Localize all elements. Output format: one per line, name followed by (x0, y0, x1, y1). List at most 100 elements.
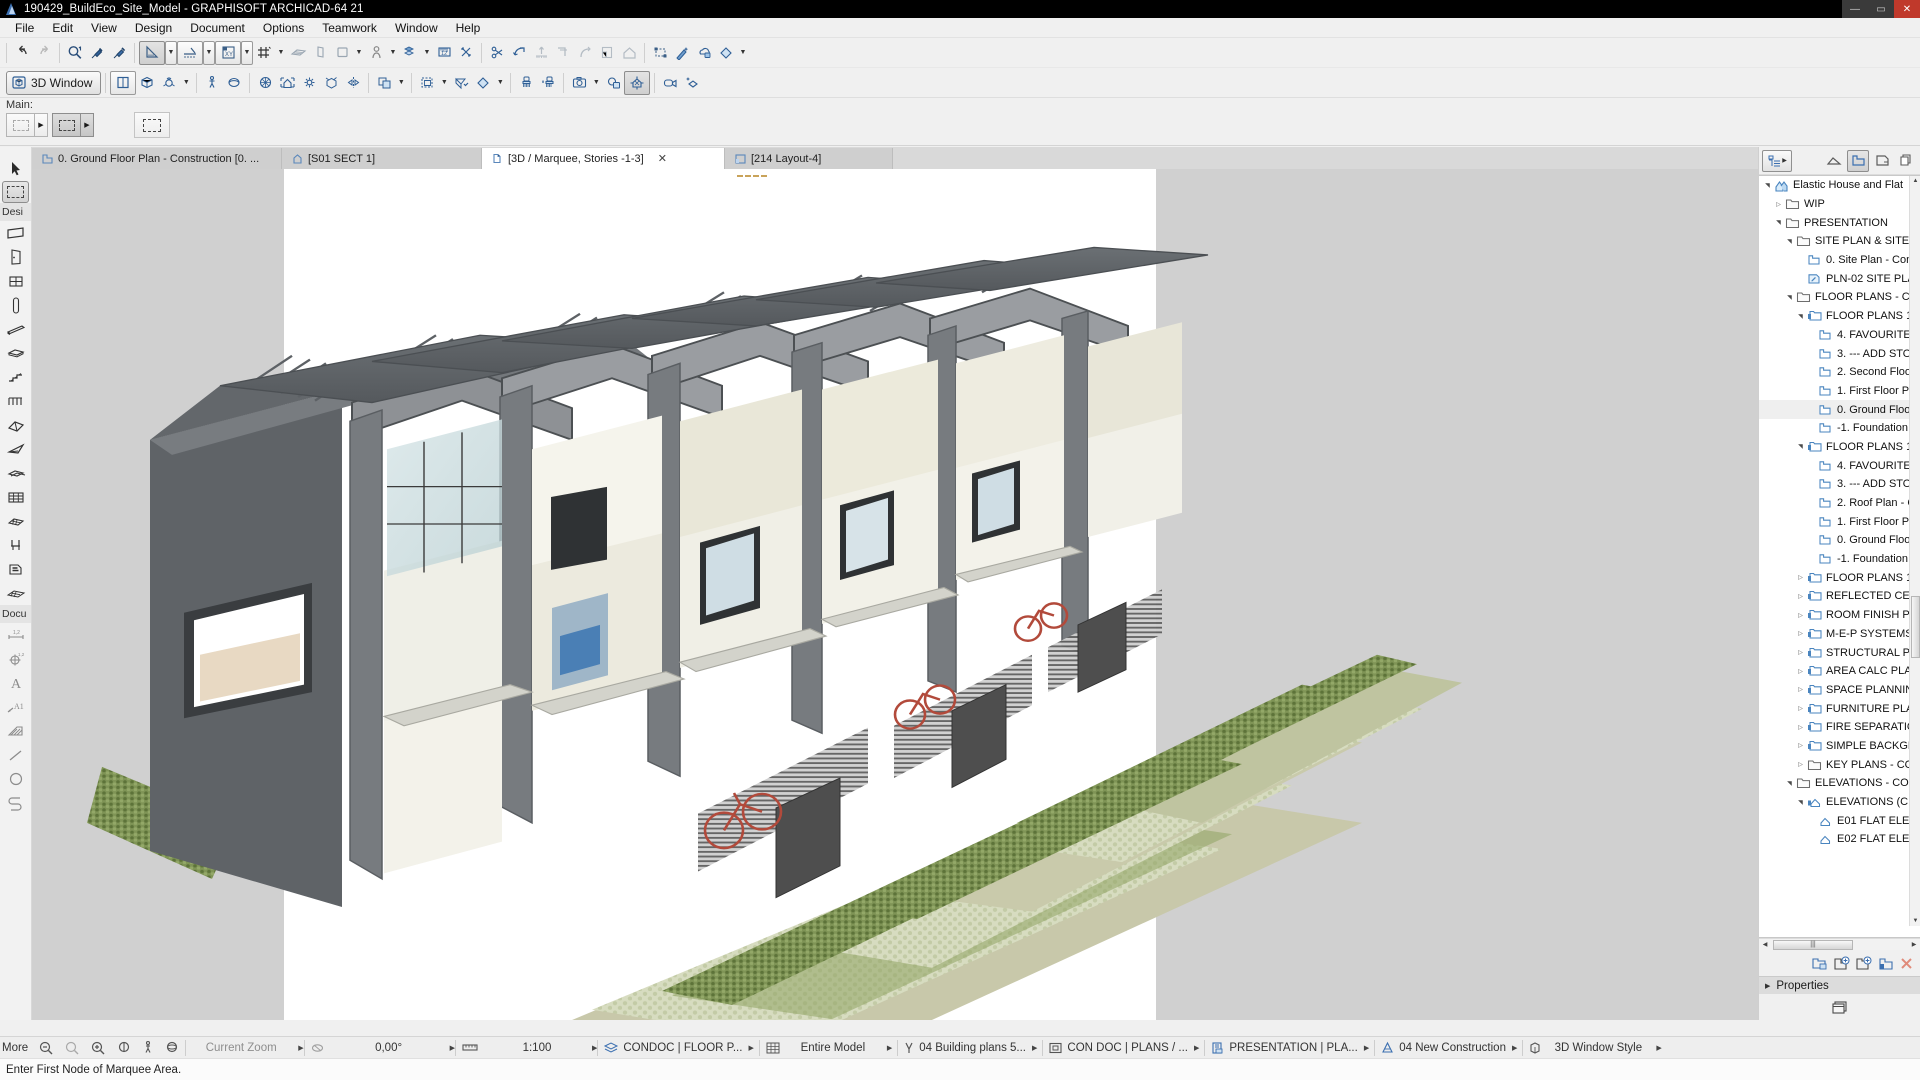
cloud-lock-icon[interactable] (693, 41, 715, 65)
marquee-area-button[interactable] (134, 112, 170, 138)
status-segment-renovation-filter[interactable]: 04 New Construction ▶ (1375, 1037, 1522, 1059)
twisty-closed-icon[interactable]: ▷ (1795, 705, 1806, 712)
navigator-tree-item[interactable]: 3. --- ADD STORIES (1759, 475, 1920, 494)
zoom-in-button[interactable] (85, 1037, 111, 1059)
tab-s01-sect-1[interactable]: [S01 SECT 1] (282, 148, 482, 169)
copy-lock-dropdown-arrow[interactable]: ▼ (395, 71, 407, 95)
surface-icon[interactable] (287, 41, 309, 65)
person-icon[interactable] (365, 41, 387, 65)
scale-arrow[interactable]: ▶ (590, 1044, 597, 1052)
menu-item-edit[interactable]: Edit (43, 19, 82, 37)
navigator-tree-item[interactable]: PLN-02 SITE PLAN (WO (1759, 269, 1920, 288)
walking-person-icon[interactable] (201, 71, 223, 95)
group-dropdown-arrow[interactable]: ▼ (421, 41, 433, 65)
marquee-thin-button[interactable] (6, 113, 34, 137)
properties-section-header[interactable]: ▶ Properties (1759, 976, 1920, 994)
twisty-closed-icon[interactable]: ▷ (1795, 742, 1806, 749)
navigator-horizontal-scrollbar[interactable]: ◀ ||| ▶ (1759, 938, 1920, 950)
navigator-tree-item[interactable]: 1. First Floor Plan - (1759, 512, 1920, 531)
circle-tool[interactable] (0, 767, 31, 791)
slab-tool[interactable] (0, 341, 31, 365)
marquee-thick-button[interactable] (52, 113, 80, 137)
fillet-curve-icon[interactable] (574, 41, 596, 65)
maximize-button[interactable]: ▭ (1868, 0, 1894, 18)
navigator-tree-item[interactable]: ▷ M-E-P SYSTEMS PLANS (1759, 625, 1920, 644)
segment-arrow[interactable]: ▶ (1192, 1044, 1199, 1052)
measure-dropdown-arrow[interactable]: ▼ (165, 40, 177, 65)
stair-tool[interactable] (0, 365, 31, 389)
align-icon[interactable] (177, 40, 203, 65)
linear-dimension-tool[interactable]: 1,2 (0, 623, 31, 647)
navigator-tree-item[interactable]: E01 FLAT ELEVATION (1759, 811, 1920, 830)
navigator-tree-item[interactable]: ▷ REFLECTED CEILING / (1759, 587, 1920, 606)
twisty-open-icon[interactable]: ◢ (1797, 311, 1804, 322)
menu-item-teamwork[interactable]: Teamwork (313, 19, 386, 37)
syringe-icon[interactable] (86, 41, 108, 65)
wall-tool[interactable] (0, 221, 31, 245)
navigator-tree-item[interactable]: ◢ FLOOR PLANS - CONSTI (1759, 288, 1920, 307)
tab-3d-marquee[interactable]: [3D / Marquee, Stories -1-3] ✕ (482, 148, 725, 169)
person-dropdown-arrow[interactable]: ▼ (387, 41, 399, 65)
scroll-left-arrow[interactable]: ◀ (1759, 941, 1771, 948)
status-segment-layer-combination[interactable]: CONDOC | FLOOR P... ▶ (598, 1037, 758, 1059)
column-tool[interactable] (0, 293, 31, 317)
snap-x-icon[interactable] (455, 41, 477, 65)
angle-arrow[interactable]: ▶ (448, 1044, 455, 1052)
group-icon[interactable] (399, 41, 421, 65)
navigator-tree-item[interactable]: 4. FAVOURITES (1759, 456, 1920, 475)
zone-stamp-tool[interactable] (0, 557, 31, 581)
twisty-open-icon[interactable]: ◢ (1786, 778, 1793, 789)
navigator-tree-item[interactable]: ▷ SIMPLE BACKGROUND (1759, 737, 1920, 756)
marquee-thick-dropdown[interactable]: ▶ (80, 113, 94, 137)
redo-button[interactable] (33, 41, 55, 65)
segment-arrow[interactable]: ▶ (1030, 1044, 1037, 1052)
scroll-down-arrow[interactable]: ▼ (1911, 916, 1920, 926)
eyedropper-icon[interactable] (108, 41, 130, 65)
menu-item-document[interactable]: Document (181, 19, 254, 37)
navigator-tree-item[interactable]: ◢ FLOOR PLANS 1:150 ( (1759, 307, 1920, 326)
menu-item-view[interactable]: View (82, 19, 126, 37)
segment-arrow[interactable]: ▶ (1362, 1044, 1369, 1052)
navigator-tree-item[interactable]: ◢ FLOOR PLANS 1:200 ( (1759, 438, 1920, 457)
label-tool[interactable]: A1 (0, 695, 31, 719)
status-segment-pen-set[interactable]: 04 Building plans 5... ▶ (898, 1037, 1042, 1059)
navigator-mode-button[interactable]: ▶ (1762, 149, 1792, 172)
view-map-button[interactable] (1847, 149, 1869, 172)
new-folder-plus-icon[interactable] (1855, 956, 1872, 971)
mesh-terrain-tool[interactable] (0, 509, 31, 533)
undo-button[interactable] (11, 41, 33, 65)
walk-button[interactable] (137, 1037, 159, 1059)
dashed-cube-icon[interactable] (416, 71, 438, 95)
square-copy-icon[interactable] (331, 41, 353, 65)
navigator-tree-item[interactable]: 2. Second Floor Pla (1759, 363, 1920, 382)
orientation-angle-value[interactable]: 0,00° (330, 1037, 448, 1059)
window-mode-button[interactable]: 3D Window (6, 70, 102, 95)
twisty-closed-icon[interactable]: ▷ (1795, 761, 1806, 768)
box-front-icon[interactable] (110, 70, 137, 95)
fit-home-icon[interactable] (276, 71, 298, 95)
morph-nodes-icon[interactable] (649, 41, 671, 65)
status-segment-partial-structure[interactable]: Entire Model ▶ (760, 1037, 897, 1059)
magnifier-pick-icon[interactable] (64, 41, 86, 65)
navigator-tree-item[interactable]: 4. FAVOURITES (1759, 326, 1920, 345)
xy-coordinate-icon[interactable]: XY (215, 40, 241, 65)
navigator-tree-item[interactable]: 1. First Floor Plan - (1759, 382, 1920, 401)
grid-hash-icon[interactable] (253, 41, 275, 65)
camera-icon[interactable] (568, 71, 590, 95)
orbit-view-button[interactable] (159, 1037, 185, 1059)
text-tool[interactable]: A (0, 671, 31, 695)
copy-dropdown-arrow[interactable]: ▼ (353, 41, 365, 65)
twisty-open-icon[interactable]: ◢ (1764, 180, 1771, 191)
zoom-out-button[interactable] (33, 1037, 59, 1059)
navigator-tree-item[interactable]: ▷ FURNITURE PLAN (1759, 699, 1920, 718)
segment-arrow[interactable]: ▶ (885, 1044, 892, 1052)
twisty-closed-icon[interactable]: ▷ (1795, 574, 1806, 581)
line-tool[interactable] (0, 743, 31, 767)
navigator-view-map-tree[interactable]: ◢ Elastic House and Flat ▷ WIP ◢ PRESENTATION… (1759, 175, 1920, 938)
status-segment-model-view-options[interactable]: CON DOC | PLANS / ... ▶ (1043, 1037, 1204, 1059)
clone-folder-add-icon[interactable] (1811, 956, 1828, 971)
radial-dimension-tool[interactable]: 1,2 (0, 647, 31, 671)
navigator-tree-item[interactable]: ▷ KEY PLANS - CONSTRU (1759, 755, 1920, 774)
navigator-tree-item[interactable]: ◢ SITE PLAN & SITE INFO - (1759, 232, 1920, 251)
tab-214-layout-4[interactable]: [214 Layout-4] (725, 148, 893, 169)
